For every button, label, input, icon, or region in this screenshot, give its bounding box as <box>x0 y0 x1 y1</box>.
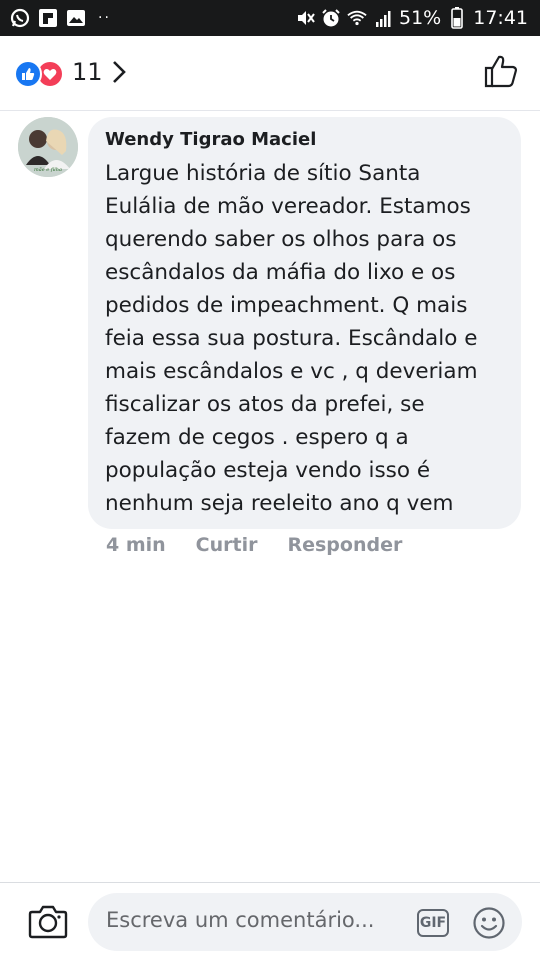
comment-input[interactable]: Escreva um comentário... GIF <box>88 893 522 951</box>
camera-icon[interactable] <box>28 903 68 939</box>
signal-icon <box>373 8 393 28</box>
battery-icon <box>447 7 467 29</box>
flipboard-icon <box>38 8 58 28</box>
mute-icon <box>295 8 315 28</box>
clock: 17:41 <box>473 7 528 29</box>
comment-author[interactable]: Wendy Tigrao Maciel <box>105 129 316 150</box>
comment-text: Largue história de sítio Santa Eulália d… <box>105 161 478 516</box>
reaction-count[interactable]: 11 <box>72 58 103 86</box>
wifi-icon <box>347 8 367 28</box>
comment-input-placeholder: Escreva um comentário... <box>106 908 375 932</box>
avatar[interactable]: mãe e filha <box>18 117 78 177</box>
reactions-header: 11 <box>0 36 540 111</box>
alarm-icon <box>321 8 341 28</box>
reply-button[interactable]: Responder <box>287 534 402 560</box>
gif-button[interactable]: GIF <box>417 909 449 937</box>
comment-bubble: Wendy Tigrao Maciel Largue história de s… <box>88 117 521 529</box>
gallery-icon <box>66 8 86 28</box>
comment-timestamp: 4 min <box>106 534 166 556</box>
comment-composer: Escreva um comentário... GIF <box>0 882 540 961</box>
battery-percent: 51% <box>399 7 442 29</box>
emoji-icon[interactable] <box>472 906 506 940</box>
comment-actions: 4 min Curtir Responder <box>106 534 402 560</box>
thumb-up-icon[interactable] <box>484 54 518 88</box>
notification-dots: ·· <box>98 10 111 26</box>
whatsapp-icon <box>10 8 30 28</box>
svg-text:mãe e filha: mãe e filha <box>34 166 62 173</box>
like-reaction-icon[interactable] <box>14 60 42 88</box>
chevron-right-icon[interactable] <box>108 58 130 86</box>
status-bar: ·· 51% 17:41 <box>0 0 540 36</box>
like-comment-button[interactable]: Curtir <box>196 534 258 560</box>
